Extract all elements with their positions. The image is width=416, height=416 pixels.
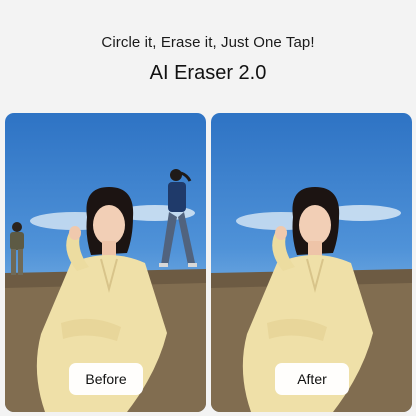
after-image-panel[interactable]: After (211, 113, 412, 412)
after-label: After (275, 363, 349, 395)
before-label: Before (69, 363, 143, 395)
before-image-panel[interactable]: Before (5, 113, 206, 412)
page-title: AI Eraser 2.0 (149, 62, 267, 84)
background-person-left (10, 222, 24, 275)
tagline: Circle it, Erase it, Just One Tap! (101, 34, 315, 51)
